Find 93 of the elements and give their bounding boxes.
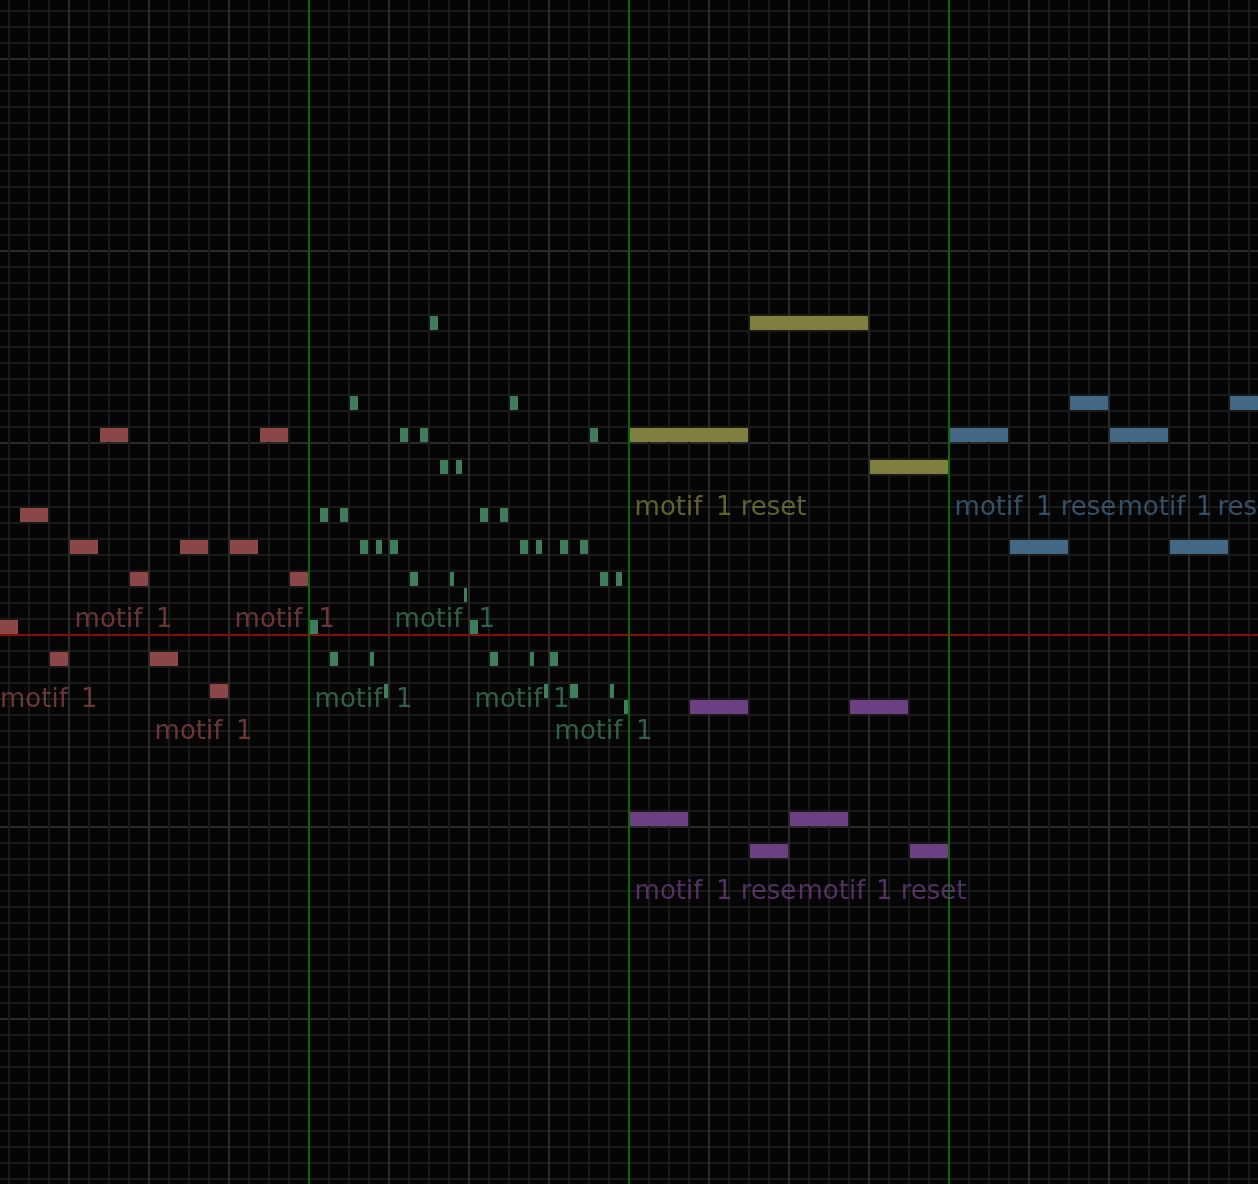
note-block[interactable] (590, 428, 598, 442)
note-block[interactable] (400, 428, 408, 442)
pattern-name: motif (0, 683, 68, 713)
pattern-number: 1 (236, 715, 253, 745)
pattern-number: 1 (716, 875, 733, 905)
note-block[interactable] (370, 652, 374, 666)
note-block[interactable] (290, 572, 308, 586)
pattern-name: motif (954, 491, 1023, 521)
note-block[interactable] (470, 620, 478, 634)
note-block[interactable] (490, 652, 498, 666)
note-block[interactable] (520, 540, 528, 554)
note-block[interactable] (430, 316, 438, 330)
note-block[interactable] (390, 540, 398, 554)
note-block[interactable] (1070, 396, 1108, 410)
note-block[interactable] (180, 540, 208, 554)
note-block[interactable] (530, 652, 534, 666)
pattern-name: motif (797, 875, 866, 905)
note-block[interactable] (100, 428, 128, 442)
pattern-name: motif (154, 715, 223, 745)
note-block[interactable] (630, 812, 688, 826)
note-block[interactable] (1110, 428, 1168, 442)
pattern-number: 1 (156, 603, 173, 633)
note-block[interactable] (616, 572, 622, 586)
note-block[interactable] (350, 396, 358, 410)
note-block[interactable] (456, 460, 462, 474)
pattern-name: motif (554, 715, 623, 745)
note-block[interactable] (790, 812, 848, 826)
note-block[interactable] (850, 700, 908, 714)
note-block[interactable] (260, 428, 288, 442)
pattern-number: 1 (716, 491, 733, 521)
pattern-number: 1 (396, 683, 413, 713)
note-block[interactable] (320, 508, 328, 522)
pattern-name: motif (394, 603, 463, 633)
note-block[interactable] (570, 684, 578, 698)
note-block[interactable] (310, 620, 318, 634)
pattern-tag: rese (740, 875, 797, 905)
note-block[interactable] (440, 460, 448, 474)
note-block[interactable] (230, 540, 258, 554)
note-block[interactable] (420, 428, 428, 442)
note-block[interactable] (330, 652, 338, 666)
pattern-number: 1 (478, 603, 496, 633)
note-block[interactable] (464, 588, 467, 602)
note-block[interactable] (340, 508, 348, 522)
pattern-name: motif (1117, 491, 1186, 521)
pattern-number: 1 (1196, 491, 1213, 521)
note-block[interactable] (510, 396, 518, 410)
pattern-number: 1 (1036, 491, 1053, 521)
note-block[interactable] (1170, 540, 1228, 554)
note-block[interactable] (450, 572, 454, 586)
note-block[interactable] (410, 572, 418, 586)
pattern-name: motif (314, 683, 383, 713)
note-block[interactable] (624, 700, 628, 714)
pattern-number: 1 (876, 875, 893, 905)
pattern-name: motif (634, 875, 703, 905)
note-block[interactable] (500, 508, 508, 522)
note-block[interactable] (560, 540, 568, 554)
pattern-name: motif (634, 491, 703, 521)
note-block[interactable] (750, 844, 788, 858)
note-block[interactable] (910, 844, 948, 858)
pattern-name: motif (474, 683, 543, 713)
note-block[interactable] (50, 652, 68, 666)
note-block[interactable] (130, 572, 148, 586)
note-block[interactable] (580, 540, 588, 554)
note-block[interactable] (0, 620, 18, 634)
note-block[interactable] (70, 540, 98, 554)
note-block[interactable] (360, 540, 368, 554)
note-block[interactable] (870, 460, 948, 474)
note-block[interactable] (480, 508, 488, 522)
pattern-number: 1 (553, 683, 570, 713)
note-block[interactable] (1230, 396, 1258, 410)
pattern-number: 1 (636, 715, 653, 745)
note-block[interactable] (600, 572, 608, 586)
note-block[interactable] (750, 316, 868, 330)
note-block[interactable] (536, 540, 542, 554)
note-block[interactable] (150, 652, 178, 666)
pattern-name: motif (234, 603, 303, 633)
pattern-number: 1 (81, 683, 98, 713)
note-block[interactable] (544, 684, 548, 698)
note-block[interactable] (690, 700, 748, 714)
pattern-number: 1 (318, 603, 336, 633)
note-block[interactable] (384, 684, 388, 698)
note-block[interactable] (20, 508, 48, 522)
note-block[interactable] (630, 428, 748, 442)
note-block[interactable] (950, 428, 1008, 442)
pattern-name: motif (74, 603, 143, 633)
note-block[interactable] (1010, 540, 1068, 554)
note-block[interactable] (210, 684, 228, 698)
pattern-tag: rese (1060, 491, 1117, 521)
note-block[interactable] (610, 684, 614, 698)
note-block[interactable] (376, 540, 382, 554)
pattern-tag: reset (740, 491, 807, 521)
pattern-tag: res (1217, 491, 1258, 521)
note-block[interactable] (550, 652, 558, 666)
